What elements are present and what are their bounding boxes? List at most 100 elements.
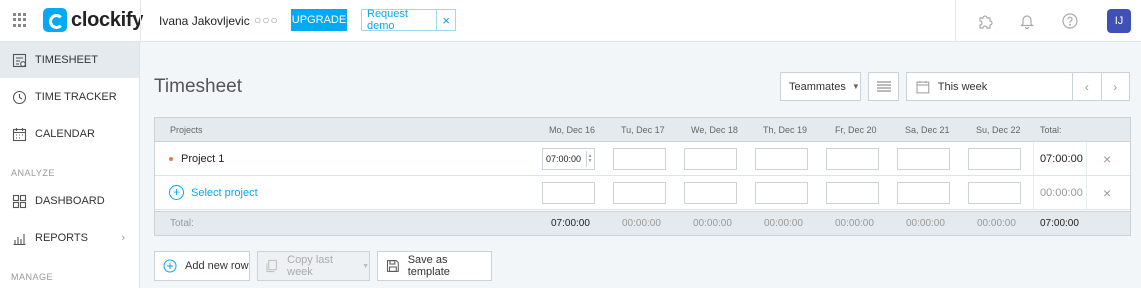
plus-circle-icon: [163, 259, 177, 273]
time-entry-input[interactable]: [826, 148, 879, 170]
save-icon: [386, 260, 399, 272]
calendar-icon: [12, 127, 27, 141]
remove-row-icon[interactable]: ×: [1103, 185, 1111, 201]
list-icon: [876, 81, 891, 91]
day-total: 00:00:00: [906, 218, 945, 229]
time-entry-input[interactable]: [968, 148, 1021, 170]
time-entry-input[interactable]: [613, 182, 666, 204]
remove-row-icon[interactable]: ×: [1103, 151, 1111, 167]
day-total: 00:00:00: [693, 218, 732, 229]
day-total: 00:00:00: [622, 218, 661, 229]
calendar-icon: [916, 80, 930, 93]
sidebar-item-reports[interactable]: REPORTS ›: [0, 220, 139, 256]
sidebar: TIMESHEET TIME TRACKER CALENDAR ANALYZE …: [0, 42, 140, 288]
week-picker[interactable]: This week ‹ ›: [906, 72, 1130, 101]
divider: [955, 0, 956, 42]
dashboard-icon: [12, 194, 27, 208]
table-header: Projects Mo, Dec 16 Tu, Dec 17 We, Dec 1…: [155, 118, 1130, 142]
grand-total: 07:00:00: [1040, 218, 1079, 229]
column-header-day: Th, Dec 19: [763, 125, 808, 135]
day-total: 00:00:00: [835, 218, 874, 229]
add-new-row-button[interactable]: Add new row: [154, 251, 250, 281]
prev-week-button[interactable]: ‹: [1072, 73, 1100, 100]
stepper-icon[interactable]: ▲ ▼: [586, 151, 593, 167]
footer-total-label: Total:: [170, 218, 194, 229]
copy-last-week-label: Copy last week: [287, 254, 333, 278]
chevron-right-icon: ›: [121, 232, 125, 244]
time-entry-input[interactable]: [755, 182, 808, 204]
column-header-day: Su, Dec 22: [976, 125, 1021, 135]
page-title: Timesheet: [154, 76, 242, 97]
save-as-template-button[interactable]: Save as template: [377, 251, 492, 281]
avatar[interactable]: IJ: [1107, 9, 1131, 33]
time-entry-input[interactable]: [684, 148, 737, 170]
sidebar-item-label: REPORTS: [35, 232, 88, 244]
section-label-analyze: ANALYZE: [11, 168, 55, 178]
sidebar-item-label: DASHBOARD: [35, 195, 105, 207]
caret-down-icon: ▼: [851, 82, 860, 91]
sidebar-item-timesheet[interactable]: TIMESHEET: [0, 42, 139, 78]
project-color-dot: [169, 157, 173, 161]
top-bar: clockify Ivana Jakovljevic ○○○ UPGRADE R…: [0, 0, 1141, 42]
sidebar-item-calendar[interactable]: CALENDAR: [0, 116, 139, 152]
time-entry-input[interactable]: [897, 148, 950, 170]
upgrade-button[interactable]: UPGRADE: [291, 9, 347, 31]
list-view-button[interactable]: [868, 72, 899, 101]
copy-last-week-button[interactable]: Copy last week ▼: [257, 251, 370, 281]
add-new-row-label: Add new row: [185, 260, 249, 272]
project-name[interactable]: Project 1: [181, 153, 224, 165]
teammates-dropdown[interactable]: Teammates ▼: [780, 72, 861, 101]
day-total: 07:00:00: [551, 218, 590, 229]
sidebar-item-label: TIMESHEET: [35, 54, 98, 66]
time-entry-input[interactable]: [968, 182, 1021, 204]
timesheet-table: Projects Mo, Dec 16 Tu, Dec 17 We, Dec 1…: [154, 117, 1131, 236]
column-header-day: Sa, Dec 21: [905, 125, 950, 135]
column-header-day: Mo, Dec 16: [549, 125, 596, 135]
save-as-template-label: Save as template: [407, 254, 450, 278]
week-label: This week: [937, 80, 988, 93]
day-total: 00:00:00: [977, 218, 1016, 229]
help-icon[interactable]: [1061, 12, 1079, 30]
table-row: Project 1 07:00:00 ▲ ▼ 07:00:00 ×: [155, 142, 1130, 176]
timesheet-icon: [12, 53, 27, 67]
copy-icon: [266, 259, 277, 273]
clockify-logo-icon: [43, 8, 67, 32]
workspace-name[interactable]: Ivana Jakovljevic: [159, 14, 250, 28]
time-entry-input[interactable]: 07:00:00 ▲ ▼: [542, 148, 595, 170]
reports-icon: [13, 233, 26, 245]
clock-icon: [12, 90, 27, 104]
select-project-link[interactable]: Select project: [191, 187, 258, 199]
logo[interactable]: clockify: [43, 8, 143, 32]
table-footer: Total: 07:00:00 00:00:00 00:00:00 00:00:…: [155, 211, 1130, 235]
add-project-icon[interactable]: +: [169, 185, 184, 200]
next-week-button[interactable]: ›: [1100, 73, 1129, 100]
workspace-more-icon[interactable]: ○○○: [254, 13, 279, 27]
divider: [140, 0, 141, 42]
logo-text: clockify: [71, 8, 144, 31]
row-total: 00:00:00: [1040, 187, 1083, 199]
column-header-day: Tu, Dec 17: [621, 125, 665, 135]
time-entry-input[interactable]: [542, 182, 595, 204]
apps-grid-icon[interactable]: [13, 13, 27, 27]
sidebar-item-label: TIME TRACKER: [35, 91, 117, 103]
table-row: + Select project 00:00:00 ×: [155, 176, 1130, 210]
time-entry-input[interactable]: [684, 182, 737, 204]
time-entry-input[interactable]: [613, 148, 666, 170]
caret-down-icon: ▼: [362, 262, 369, 270]
teammates-label: Teammates: [789, 80, 846, 93]
close-icon[interactable]: ×: [437, 13, 455, 28]
time-entry-input[interactable]: [755, 148, 808, 170]
column-header-day: We, Dec 18: [691, 125, 738, 135]
time-entry-input[interactable]: [826, 182, 879, 204]
time-entry-input[interactable]: [897, 182, 950, 204]
request-demo-button[interactable]: Request demo: [362, 8, 438, 32]
puzzle-icon[interactable]: [976, 12, 994, 30]
row-total: 07:00:00: [1040, 153, 1083, 165]
time-entry-value: 07:00:00: [546, 154, 582, 164]
request-demo-banner: Request demo ×: [361, 8, 456, 32]
bell-icon[interactable]: [1018, 12, 1036, 30]
day-total: 00:00:00: [764, 218, 803, 229]
sidebar-item-dashboard[interactable]: DASHBOARD: [0, 183, 139, 219]
sidebar-item-time-tracker[interactable]: TIME TRACKER: [0, 79, 139, 115]
sidebar-item-label: CALENDAR: [35, 128, 95, 140]
